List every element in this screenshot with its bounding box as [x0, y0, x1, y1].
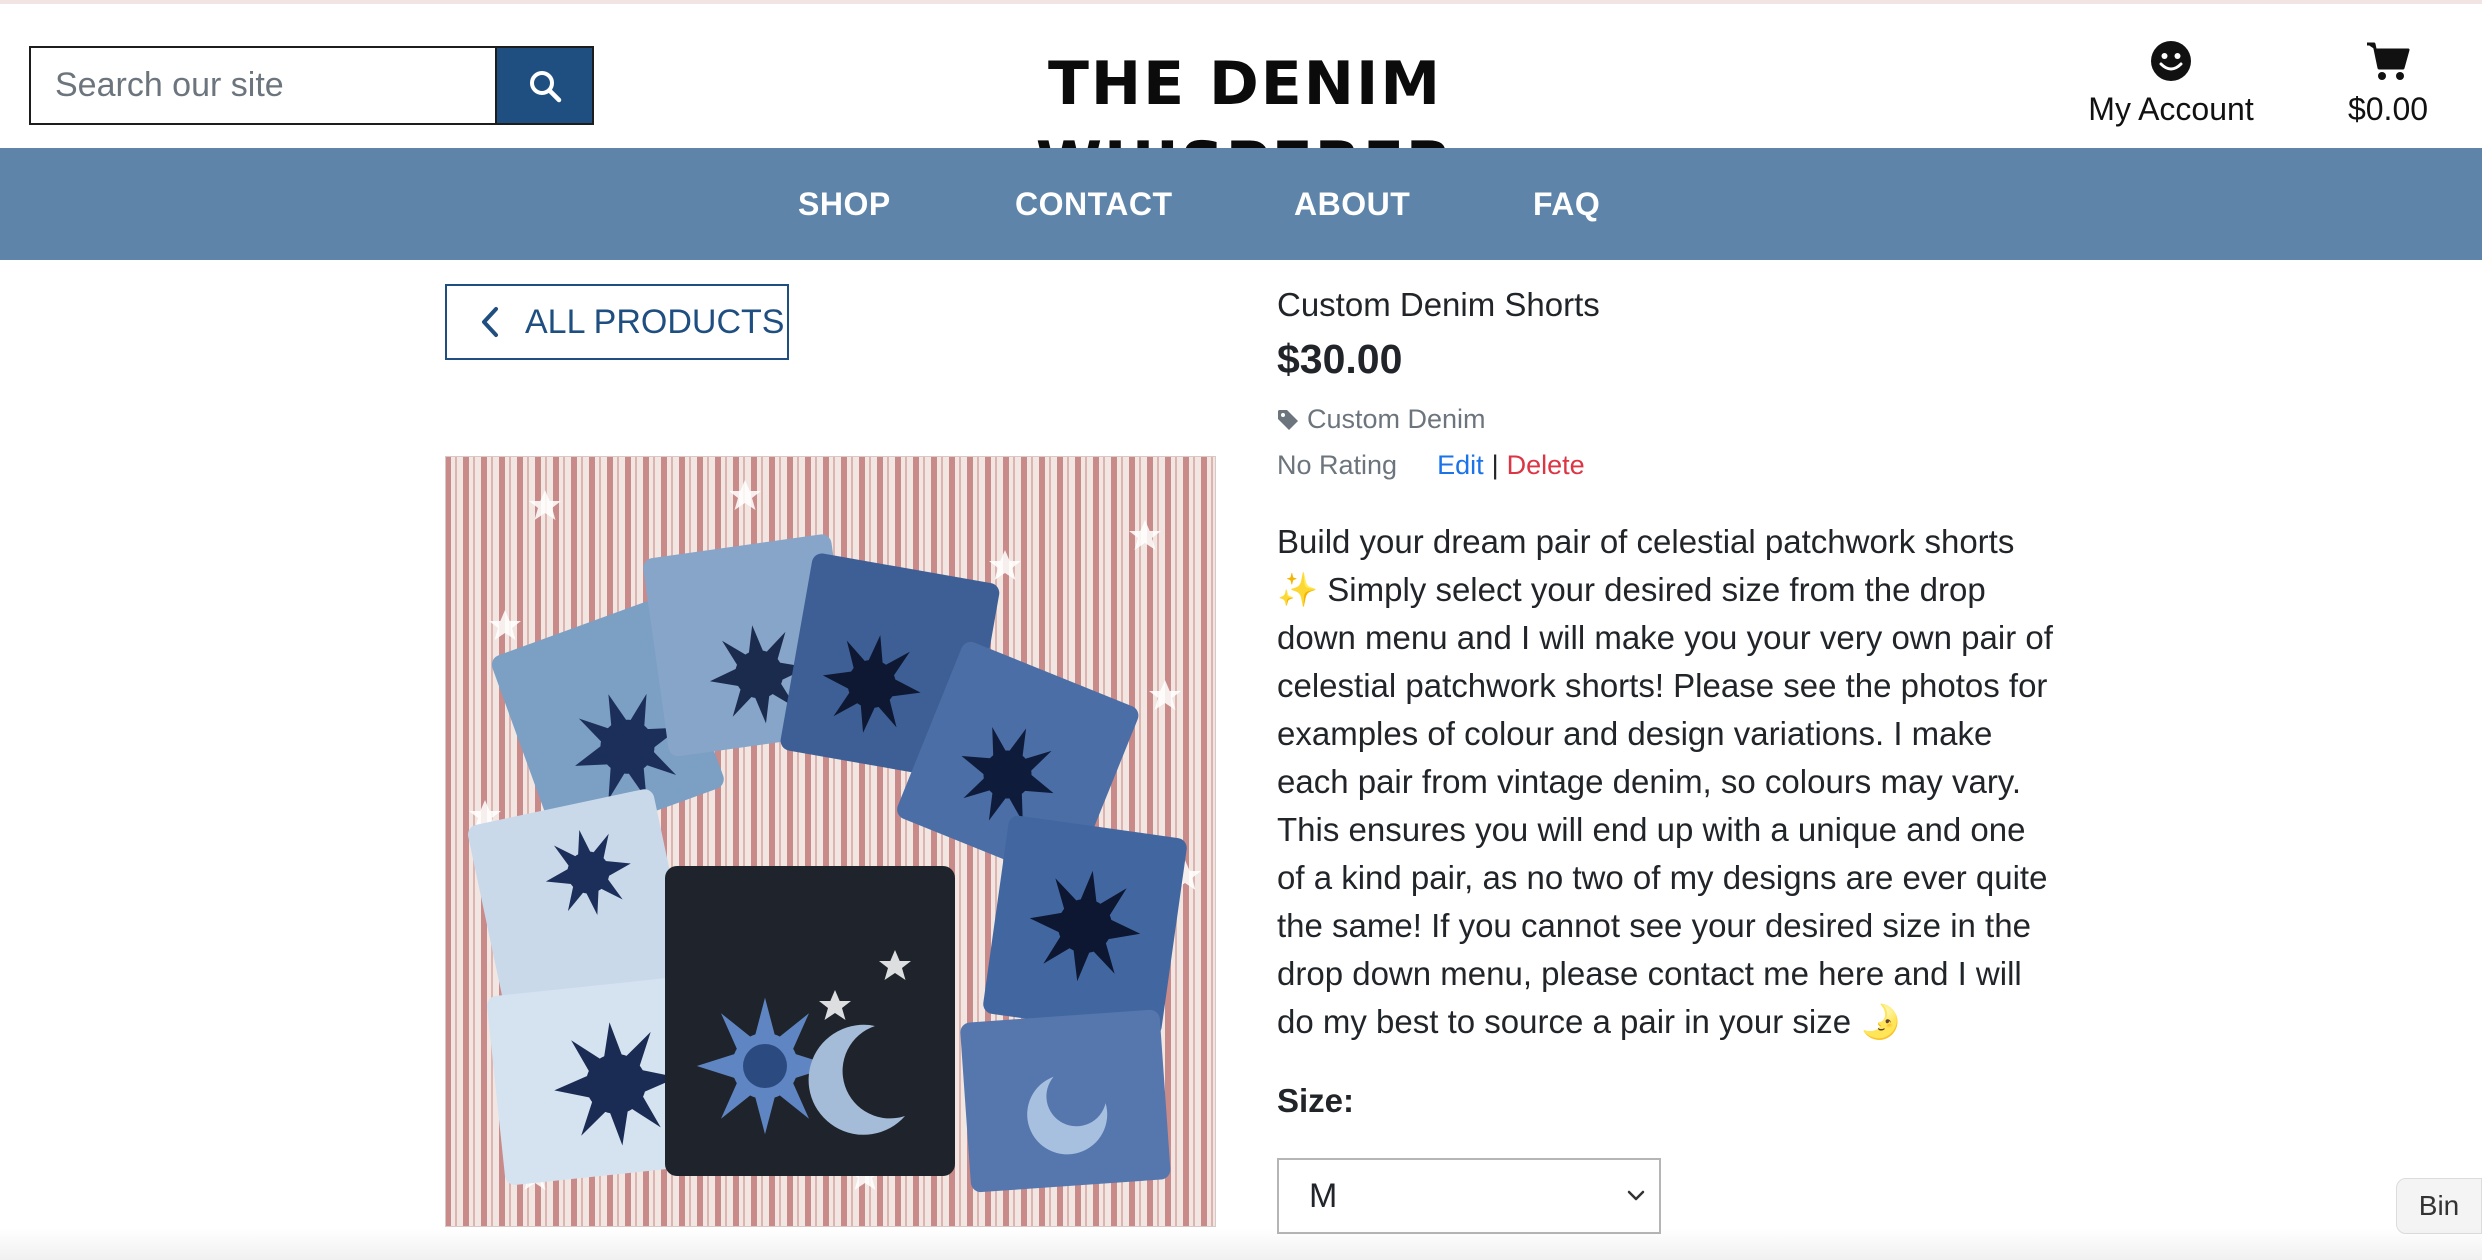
description-line: celestial patchwork shorts! Please see t… — [1277, 667, 2048, 704]
description-line: ✨ Simply select your desired size from t… — [1277, 571, 1986, 608]
product-description: Build your dream pair of celestial patch… — [1277, 518, 2067, 1046]
site-logo[interactable]: THE DENIM WHISPERER — [880, 44, 1610, 199]
main-nav: SHOP CONTACT ABOUT FAQ — [0, 148, 2482, 260]
bin-tab[interactable]: Bin — [2396, 1178, 2482, 1234]
all-products-button[interactable]: ALL PRODUCTS — [445, 284, 789, 360]
my-account-link[interactable]: My Account — [2080, 40, 2262, 130]
description-line: This ensures you will end up with a uniq… — [1277, 811, 2026, 848]
denim-shorts-photo — [445, 456, 1216, 1227]
chevron-left-icon — [482, 307, 498, 337]
cart-total: $0.00 — [2347, 91, 2429, 127]
search-form — [29, 46, 594, 125]
window-bottom-shadow — [0, 1228, 2482, 1260]
search-input[interactable] — [29, 46, 495, 125]
edit-link[interactable]: Edit — [1437, 450, 1484, 481]
shopping-cart-icon — [2367, 42, 2410, 80]
product-price: $30.00 — [1277, 336, 1403, 382]
smiley-icon — [2151, 41, 2191, 81]
tag-icon — [1278, 409, 1298, 430]
product-title: Custom Denim Shorts — [1277, 286, 1600, 323]
all-products-label: ALL PRODUCTS — [525, 302, 785, 341]
delete-link[interactable]: Delete — [1507, 450, 1585, 481]
nav-item-about[interactable]: ABOUT — [1294, 148, 1410, 260]
my-account-label: My Account — [2088, 91, 2254, 127]
nav-item-faq[interactable]: FAQ — [1533, 148, 1600, 260]
description-line: drop down menu, please contact me here a… — [1277, 955, 2022, 992]
description-line: down menu and I will make you your very … — [1277, 619, 2053, 656]
product-image[interactable] — [445, 456, 1216, 1227]
description-line: of a kind pair, as no two of my designs … — [1277, 859, 2048, 896]
description-line: Build your dream pair of celestial patch… — [1277, 523, 2015, 560]
product-category[interactable]: Custom Denim — [1277, 404, 1486, 435]
site-header: THE DENIM WHISPERER My Account $0.00 — [0, 4, 2482, 199]
link-separator: | — [1491, 450, 1499, 480]
description-line: each pair from vintage denim, so colours… — [1277, 763, 2022, 800]
search-icon — [529, 70, 561, 102]
description-line: the same! If you cannot see your desired… — [1277, 907, 2031, 944]
rating-text: No Rating — [1277, 450, 1398, 480]
nav-item-shop[interactable]: SHOP — [798, 148, 891, 260]
size-label: Size: — [1277, 1082, 1355, 1119]
chevron-down-icon — [1627, 1190, 1645, 1201]
rating-admin-row: No Rating Edit | Delete — [1277, 450, 1585, 481]
size-selected-value: M — [1309, 1176, 1338, 1215]
size-select[interactable]: M — [1277, 1158, 1661, 1234]
description-line: examples of colour and design variations… — [1277, 715, 1993, 752]
search-button[interactable] — [495, 46, 594, 125]
category-label: Custom Denim — [1307, 404, 1486, 434]
cart-link[interactable]: $0.00 — [2330, 40, 2446, 130]
nav-item-contact[interactable]: CONTACT — [1015, 148, 1173, 260]
description-line: do my best to source a pair in your size… — [1277, 1003, 1902, 1040]
